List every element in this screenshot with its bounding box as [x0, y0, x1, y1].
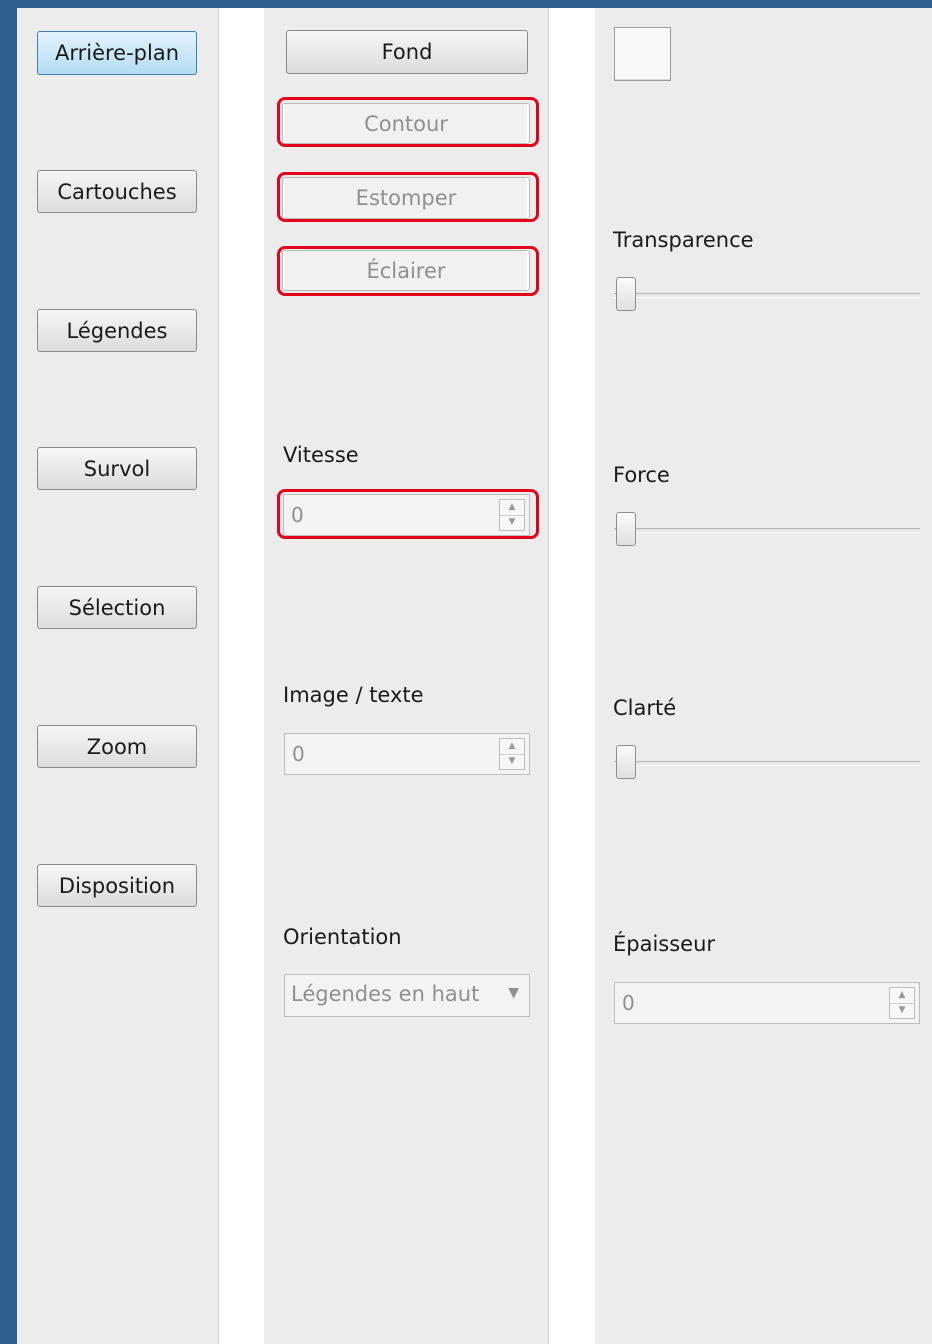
slider-track [614, 293, 920, 298]
epaisseur-spinbox[interactable]: 0 ▲ ▼ [614, 982, 920, 1024]
survol-button[interactable]: Survol [37, 447, 197, 490]
slider-thumb[interactable] [616, 277, 636, 311]
clarte-label: Clarté [613, 696, 677, 720]
chevron-down-icon: ▼ [508, 985, 519, 1001]
decrement-arrow-icon[interactable]: ▼ [890, 1003, 914, 1018]
epaisseur-stepper[interactable]: ▲ ▼ [889, 987, 915, 1019]
force-slider[interactable] [614, 512, 920, 548]
slider-track [614, 761, 920, 766]
slider-thumb[interactable] [616, 512, 636, 546]
cartouches-button[interactable]: Cartouches [37, 170, 197, 213]
arriere-plan-button[interactable]: Arrière-plan [37, 31, 197, 75]
zoom-button[interactable]: Zoom [37, 725, 197, 768]
transparence-label: Transparence [613, 228, 754, 252]
highlight-eclairer [277, 246, 539, 296]
transparence-slider[interactable] [614, 277, 920, 313]
orientation-selected: Légendes en haut [291, 982, 480, 1006]
fond-button[interactable]: Fond [286, 30, 528, 74]
epaisseur-value: 0 [622, 991, 635, 1015]
highlight-vitesse [277, 489, 539, 539]
clarte-slider[interactable] [614, 745, 920, 781]
selection-button[interactable]: Sélection [37, 586, 197, 629]
image-texte-value: 0 [292, 742, 305, 766]
highlight-contour [277, 97, 539, 147]
orientation-dropdown[interactable]: Légendes en haut ▼ [284, 974, 530, 1017]
orientation-label: Orientation [283, 925, 402, 949]
decrement-arrow-icon[interactable]: ▼ [500, 754, 524, 769]
highlight-estomper [277, 172, 539, 222]
panel-gap [549, 8, 595, 1344]
panel-gap [219, 8, 264, 1344]
force-label: Force [613, 463, 670, 487]
increment-arrow-icon[interactable]: ▲ [890, 988, 914, 1004]
slider-thumb[interactable] [616, 745, 636, 779]
slider-track [614, 528, 920, 533]
legendes-button[interactable]: Légendes [37, 309, 197, 352]
image-texte-stepper[interactable]: ▲ ▼ [499, 738, 525, 770]
disposition-button[interactable]: Disposition [37, 864, 197, 907]
vitesse-label: Vitesse [283, 443, 359, 467]
epaisseur-label: Épaisseur [613, 932, 716, 956]
increment-arrow-icon[interactable]: ▲ [500, 739, 524, 755]
color-swatch-button[interactable] [614, 27, 671, 81]
image-texte-label: Image / texte [283, 683, 424, 707]
image-texte-spinbox[interactable]: 0 ▲ ▼ [284, 733, 530, 775]
settings-panel [595, 8, 932, 1344]
